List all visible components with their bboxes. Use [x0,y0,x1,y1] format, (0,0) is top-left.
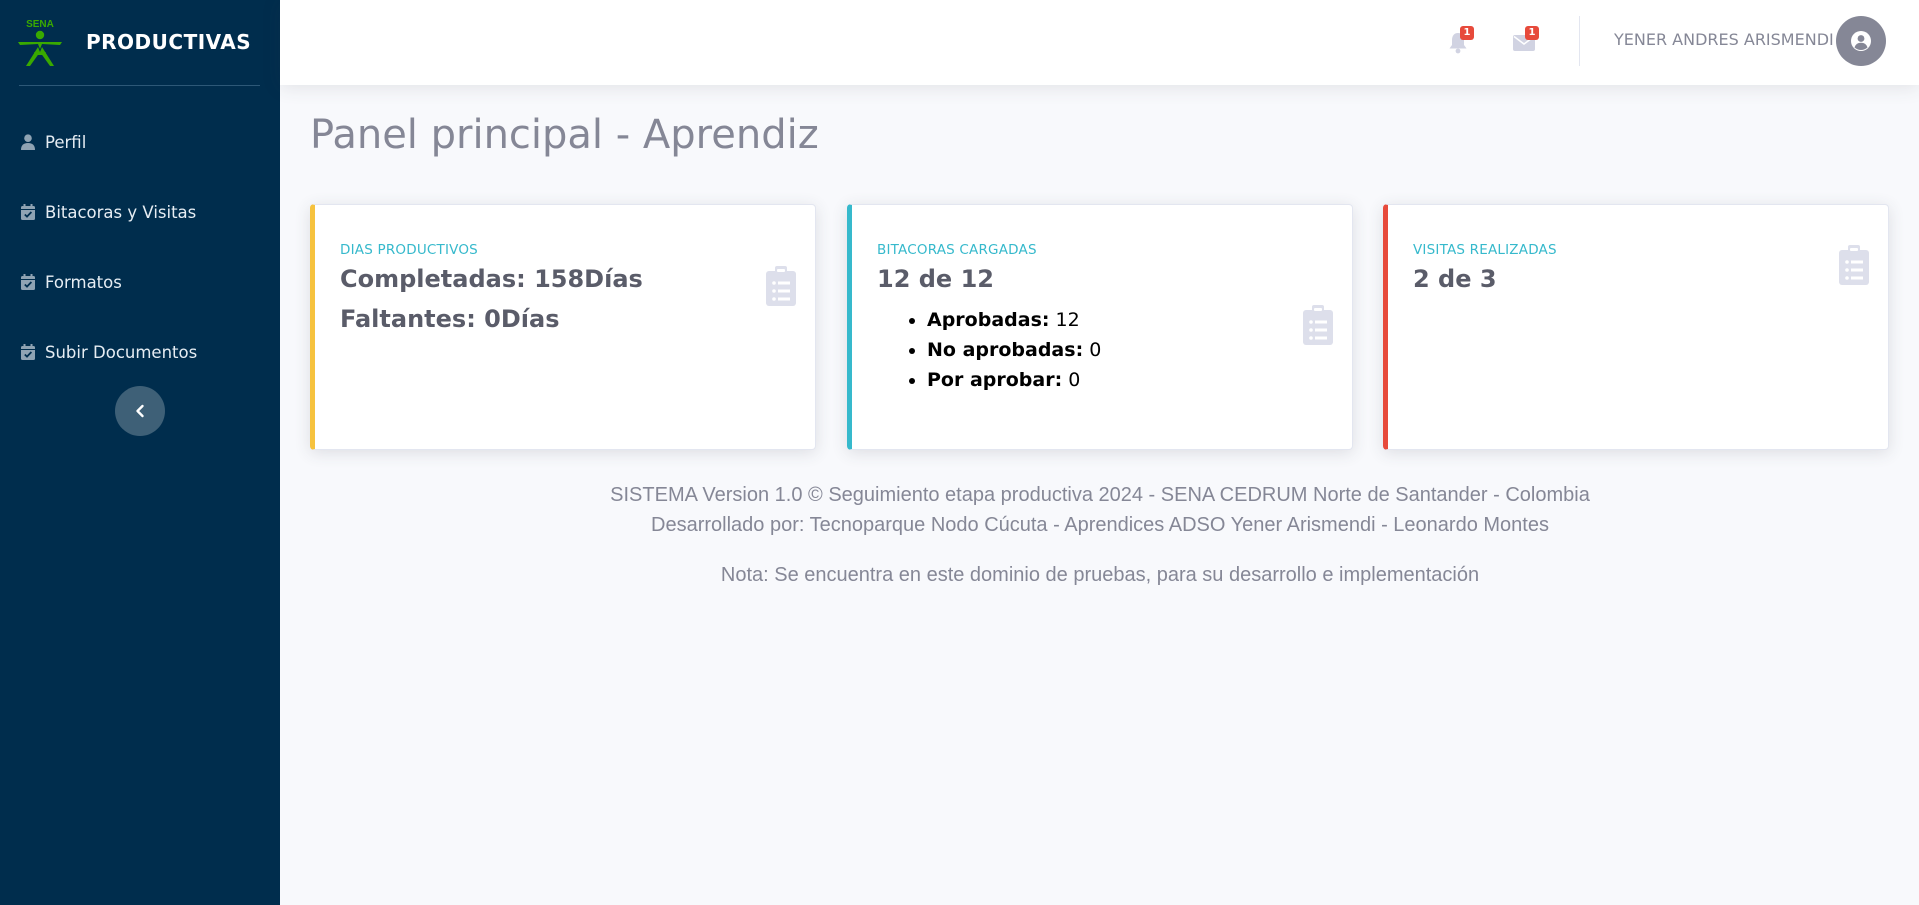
status-value: 0 [1089,339,1102,361]
bitacoras-value: 12 de 12 [877,265,994,293]
footer-copyright: SISTEMA Version 1.0 © Seguimiento etapa … [610,484,1590,506]
calendar-check-icon [20,343,36,361]
calendar-check-icon [20,203,36,221]
card-label: DIAS PRODUCTIVOS [340,242,478,258]
dias-productivos-card: DIAS PRODUCTIVOS Completadas: 158Días Fa… [310,204,816,450]
visitas-realizadas-card: VISITAS REALIZADAS 2 de 3 [1383,204,1889,450]
user-icon [20,133,36,151]
bitacoras-cargadas-card: BITACORAS CARGADAS 12 de 12 Aprobadas: 1… [847,204,1353,450]
brand[interactable]: SENA PRODUCTIVAS [14,14,260,70]
user-name[interactable]: YENER ANDRES ARISMENDI [1614,30,1834,49]
logo-text: SENA [26,19,54,30]
status-label: No aprobadas: [927,339,1084,361]
footer-note: Nota: Se encuentra en este dominio de pr… [720,564,1480,586]
topbar-divider [1579,16,1580,66]
status-label: Por aprobar: [927,369,1063,391]
topbar: 1 1 YENER ANDRES ARISMENDI [280,0,1919,85]
clipboard-list-icon [1303,305,1333,345]
sidebar-item-bitacoras-visitas[interactable]: Bitacoras y Visitas [0,190,280,234]
sidebar-toggle-button[interactable] [115,386,165,436]
list-item: No aprobadas: 0 [927,335,1101,365]
alerts-count-badge: 1 [1460,26,1474,40]
messages-button[interactable]: 1 [1513,26,1539,54]
bitacoras-status-list: Aprobadas: 12 No aprobadas: 0 Por aproba… [902,305,1101,395]
status-value: 0 [1068,369,1081,391]
card-label: VISITAS REALIZADAS [1413,242,1557,258]
clipboard-list-icon [766,266,796,306]
list-item: Por aprobar: 0 [927,365,1101,395]
card-label: BITACORAS CARGADAS [877,242,1037,258]
chevron-left-icon [136,404,144,418]
sidebar: SENA PRODUCTIVAS Perfil Bitacoras y Visi… [0,0,280,905]
alerts-button[interactable]: 1 [1448,26,1474,54]
sidebar-item-formatos[interactable]: Formatos [0,260,280,304]
sidebar-item-label: Perfil [45,132,87,152]
status-value: 12 [1055,309,1080,331]
sidebar-divider [19,85,260,86]
user-circle-icon [1851,31,1871,51]
brand-title: PRODUCTIVAS [86,30,252,54]
clipboard-list-icon [1839,245,1869,285]
completadas-value: Completadas: 158Días [340,265,643,293]
list-item: Aprobadas: 12 [927,305,1101,335]
sidebar-item-label: Subir Documentos [45,342,198,362]
visitas-value: 2 de 3 [1413,265,1497,293]
faltantes-value: Faltantes: 0Días [340,305,560,333]
messages-count-badge: 1 [1525,26,1539,40]
calendar-check-icon [20,273,36,291]
page-title: Panel principal - Aprendiz [310,112,819,158]
sidebar-item-perfil[interactable]: Perfil [0,120,280,164]
avatar[interactable] [1836,16,1886,66]
sidebar-item-label: Formatos [45,272,122,292]
footer-credits: Desarrollado por: Tecnoparque Nodo Cúcut… [651,514,1549,536]
sidebar-item-label: Bitacoras y Visitas [45,202,197,222]
sidebar-item-subir-documentos[interactable]: Subir Documentos [0,330,280,374]
sena-logo: SENA [18,19,62,66]
status-label: Aprobadas: [927,309,1050,331]
